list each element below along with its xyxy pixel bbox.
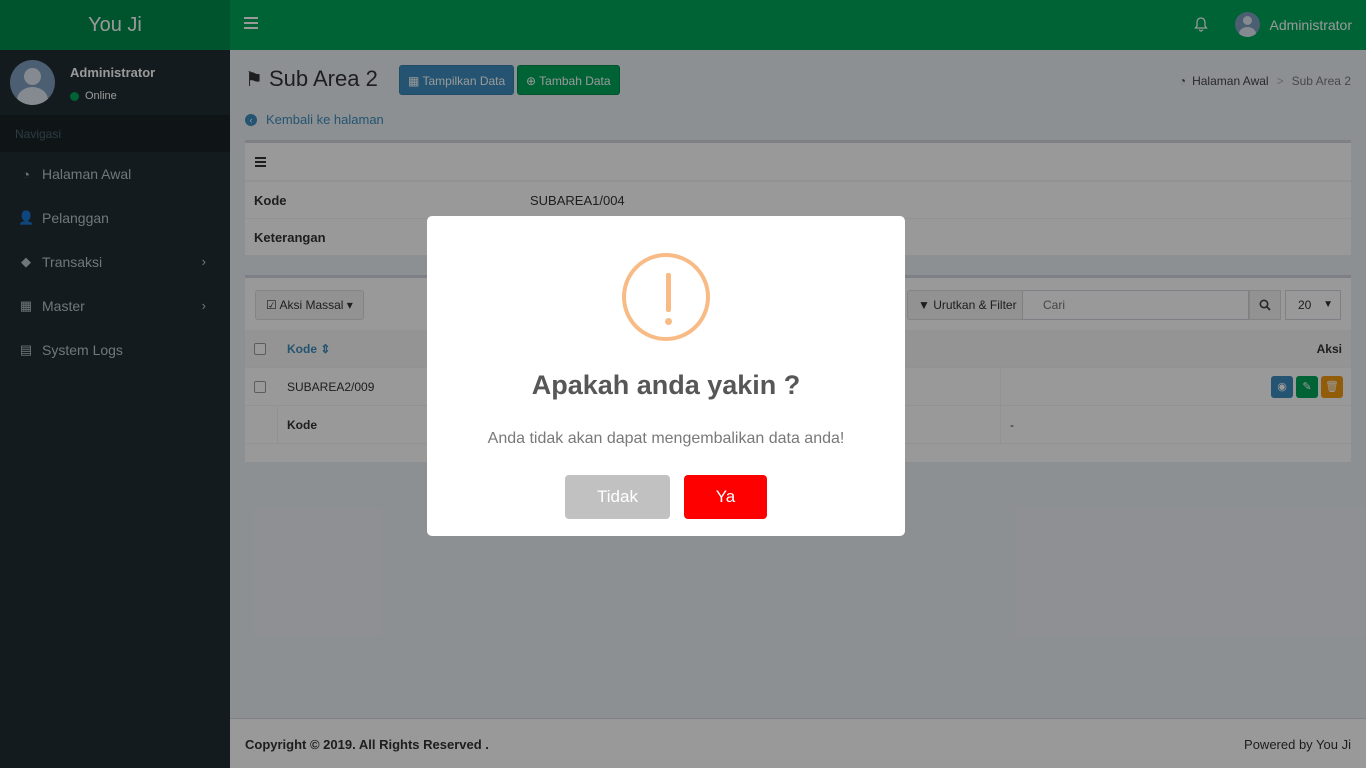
cancel-button[interactable]: Tidak xyxy=(565,475,670,519)
warning-icon xyxy=(622,253,710,341)
dialog-text: Anda tidak akan dapat mengembalikan data… xyxy=(487,430,845,447)
confirm-button[interactable]: Ya xyxy=(684,475,767,519)
dialog-title: Apakah anda yakin ? xyxy=(531,370,801,400)
confirm-dialog: Apakah anda yakin ? Anda tidak akan dapa… xyxy=(427,216,905,536)
